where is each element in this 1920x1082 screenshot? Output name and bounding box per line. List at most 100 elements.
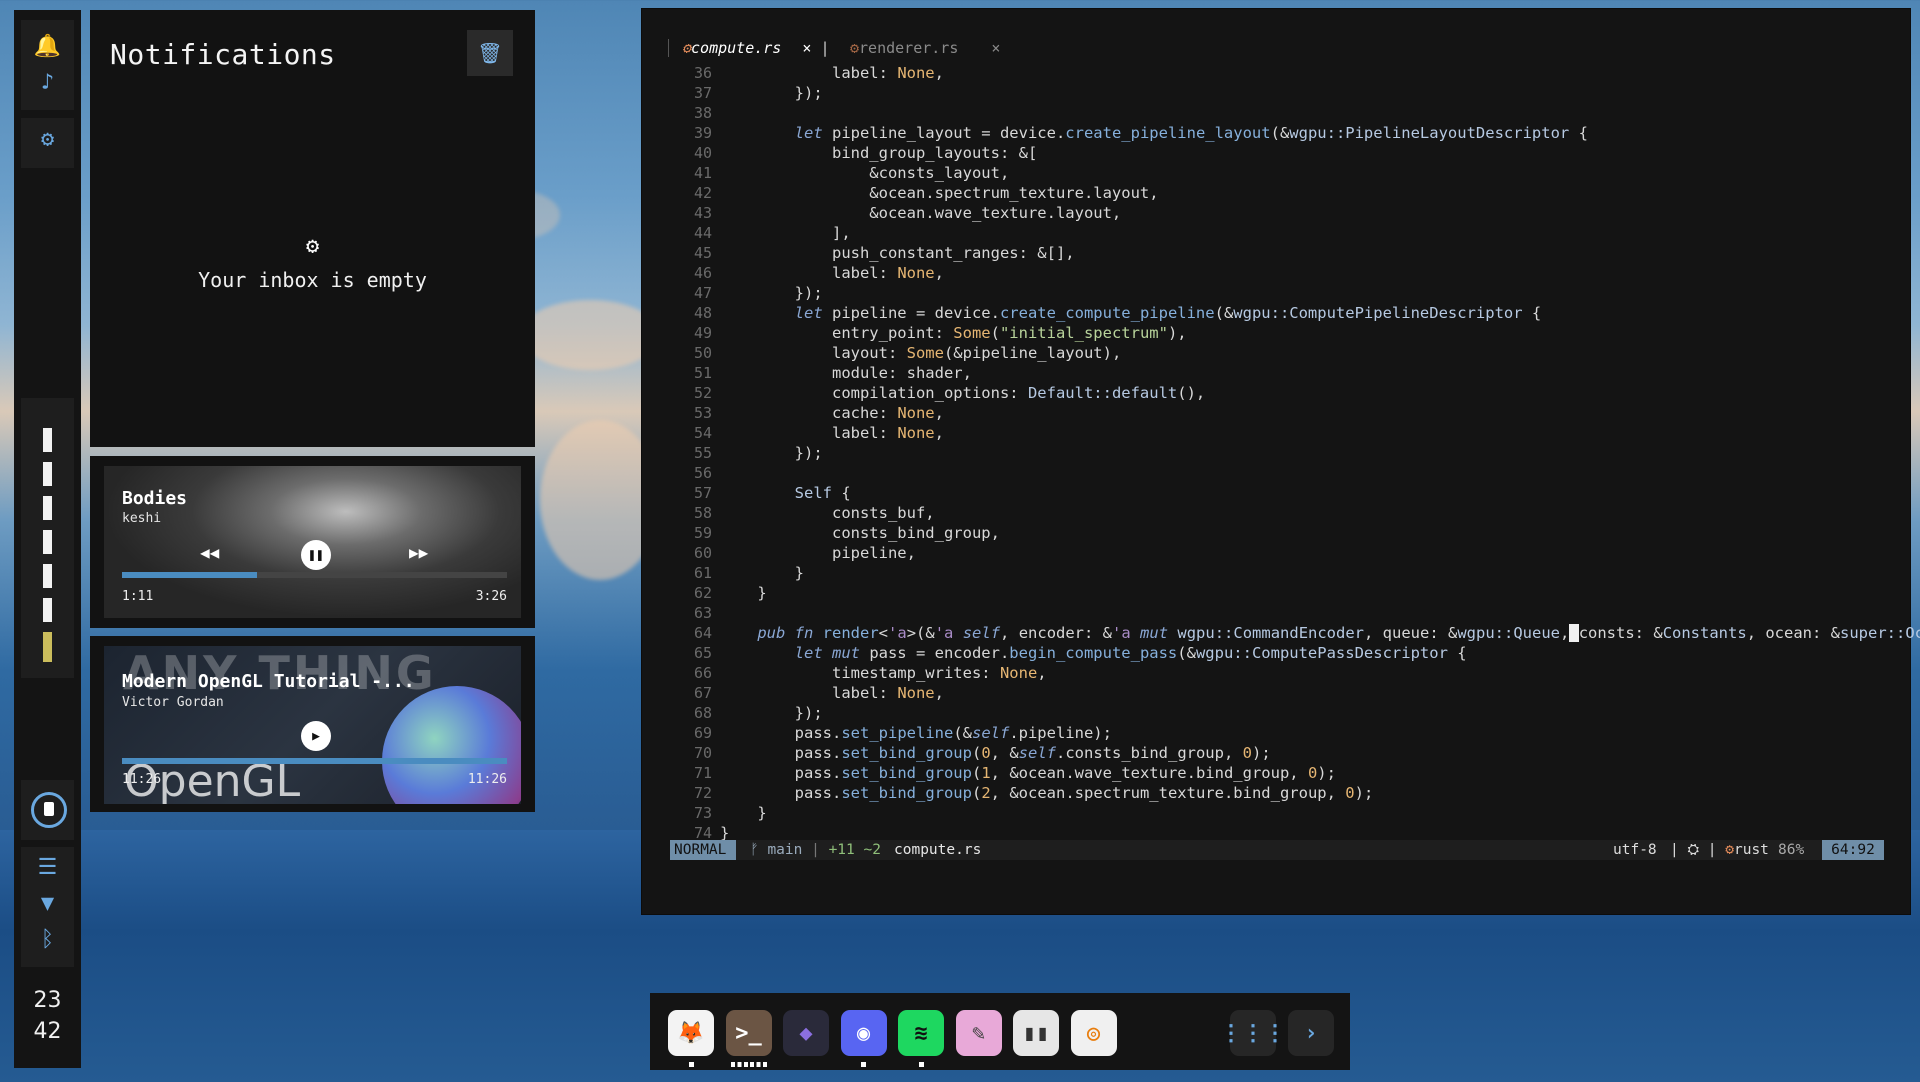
track-duration: 3:26 — [475, 589, 507, 604]
code-line[interactable]: label: None, — [720, 423, 1900, 443]
code-line[interactable]: timestamp_writes: None, — [720, 663, 1900, 683]
tab-compute-rs[interactable]: ⚙compute.rs × | — [682, 39, 829, 57]
line-number: 54 — [693, 424, 712, 442]
next-icon[interactable]: ▶▶ — [409, 543, 428, 562]
firefox-icon[interactable]: 🦊 — [668, 1010, 714, 1056]
obsidian-icon[interactable]: ◆ — [783, 1010, 829, 1056]
bluetooth-icon[interactable]: ᛒ — [21, 927, 74, 952]
line-number: 51 — [693, 364, 712, 382]
line-number: 68 — [693, 704, 712, 722]
clock-minute: 42 — [33, 1019, 62, 1044]
code-line[interactable]: } — [720, 803, 1900, 823]
left-panel-bar: 🔔 ♪ ⚙ ☰ ▼ ᛒ 23 42 — [14, 10, 81, 1068]
workspace-2[interactable] — [43, 462, 52, 486]
line-number: 66 — [693, 664, 712, 682]
code-line[interactable]: label: None, — [720, 683, 1900, 703]
code-line[interactable]: } — [720, 563, 1900, 583]
code-line[interactable]: layout: Some(&pipeline_layout), — [720, 343, 1900, 363]
code-line[interactable]: push_constant_ranges: &[], — [720, 243, 1900, 263]
media-player-card: ANY THING OpenGL Modern OpenGL Tutorial … — [90, 636, 535, 812]
code-line[interactable]: pass.set_bind_group(2, &ocean.spectrum_t… — [720, 783, 1900, 803]
tab-renderer-rs[interactable]: ⚙renderer.rs × — [850, 39, 1000, 57]
code-line[interactable]: consts_buf, — [720, 503, 1900, 523]
code-line[interactable]: label: None, — [720, 63, 1900, 83]
notes-icon[interactable]: ▮▮ — [1013, 1010, 1059, 1056]
workspace-6[interactable] — [43, 598, 52, 622]
running-indicator — [861, 1062, 866, 1067]
track-progress-fill — [122, 572, 257, 578]
mode-indicator: NORMAL — [670, 840, 736, 860]
code-line[interactable]: compilation_options: Default::default(), — [720, 383, 1900, 403]
code-line[interactable]: cache: None, — [720, 403, 1900, 423]
pause-button[interactable]: ❚❚ — [301, 540, 331, 570]
line-number: 50 — [693, 344, 712, 362]
code-line[interactable]: let pipeline = device.create_compute_pip… — [720, 303, 1900, 323]
running-indicator — [730, 1062, 767, 1067]
trash-icon: 🗑 — [477, 41, 503, 65]
spotify-icon[interactable]: ≋ — [898, 1010, 944, 1056]
code-line[interactable]: bind_group_layouts: &[ — [720, 143, 1900, 163]
gear-icon[interactable]: ⚙ — [21, 127, 74, 152]
code-line[interactable]: let mut pass = encoder.begin_compute_pas… — [720, 643, 1900, 663]
paint-icon[interactable]: ✎ — [955, 1010, 1002, 1056]
git-diff: +11 ~2 — [828, 842, 881, 858]
wifi-icon[interactable]: ▼ — [21, 891, 74, 916]
git-branch: ᚠ main | +11 ~2 — [750, 842, 881, 858]
code-line[interactable]: consts_bind_group, — [720, 523, 1900, 543]
code-line[interactable]: let pipeline_layout = device.create_pipe… — [720, 123, 1900, 143]
status-language: | ⛭ | ⚙rust — [1670, 842, 1769, 858]
code-area[interactable]: label: None, }); let pipeline_layout = d… — [720, 63, 1920, 843]
code-line[interactable] — [720, 603, 1900, 623]
workspace-7-active[interactable] — [43, 632, 52, 662]
track-progress[interactable] — [122, 758, 507, 764]
code-line[interactable]: pipeline, — [720, 543, 1900, 563]
code-line[interactable]: pub fn render<'a>(&'a self, encoder: &'a… — [720, 623, 1920, 643]
code-line[interactable]: pass.set_pipeline(&self.pipeline); — [720, 723, 1900, 743]
rust-icon: ⚙ — [682, 39, 692, 57]
line-number: 44 — [693, 224, 712, 242]
code-line[interactable]: label: None, — [720, 263, 1900, 283]
code-line[interactable]: &consts_layout, — [720, 163, 1900, 183]
status-line: NORMAL ᚠ main | +11 ~2 compute.rs utf-8 … — [670, 840, 1884, 860]
code-line[interactable]: } — [720, 583, 1900, 603]
track-progress[interactable] — [122, 572, 507, 578]
code-line[interactable]: }); — [720, 83, 1900, 103]
blender-icon[interactable]: ◎ — [1070, 1010, 1117, 1056]
grid-icon[interactable]: ⋮⋮⋮ — [1220, 1010, 1286, 1056]
cursor-position: 64:92 — [1822, 840, 1884, 860]
workspace-5[interactable] — [43, 564, 52, 588]
code-line[interactable] — [720, 463, 1900, 483]
code-line[interactable]: }); — [720, 443, 1900, 463]
music-note-icon[interactable]: ♪ — [21, 70, 74, 95]
chevron-right-icon[interactable]: › — [1288, 1010, 1334, 1056]
previous-icon[interactable]: ◀◀ — [200, 543, 219, 562]
code-line[interactable]: &ocean.wave_texture.layout, — [720, 203, 1900, 223]
running-indicator — [688, 1062, 694, 1067]
code-line[interactable]: }); — [720, 283, 1900, 303]
workspace-3[interactable] — [43, 496, 52, 520]
code-line[interactable] — [720, 103, 1900, 123]
code-line[interactable]: module: shader, — [720, 363, 1900, 383]
code-line[interactable]: }); — [720, 703, 1900, 723]
code-line[interactable]: ], — [720, 223, 1900, 243]
code-line[interactable]: pass.set_bind_group(1, &ocean.wave_textu… — [720, 763, 1900, 783]
line-number: 55 — [693, 444, 712, 462]
code-line[interactable]: Self { — [720, 483, 1900, 503]
terminal-icon[interactable]: >_ — [725, 1010, 772, 1056]
code-line[interactable]: pass.set_bind_group(0, &self.consts_bind… — [720, 743, 1900, 763]
sliders-icon[interactable]: ☰ — [21, 855, 74, 880]
play-button[interactable]: ▶ — [301, 721, 331, 751]
bell-icon[interactable]: 🔔 — [21, 34, 74, 59]
discord-icon[interactable]: ◉ — [840, 1010, 887, 1056]
close-icon[interactable]: × — [802, 39, 811, 57]
empty-inbox-text: Your inbox is empty — [198, 268, 427, 292]
pause-icon: ❚❚ — [308, 547, 324, 563]
workspace-4[interactable] — [43, 530, 52, 554]
code-line[interactable]: &ocean.spectrum_texture.layout, — [720, 183, 1900, 203]
close-icon[interactable]: × — [991, 39, 1000, 57]
album-art: Bodies keshi ◀◀ ❚❚ ▶▶ 1:11 3:26 — [104, 466, 521, 618]
workspace-1[interactable] — [43, 428, 52, 452]
clear-notifications-button[interactable]: 🗑 — [467, 30, 513, 76]
code-line[interactable]: entry_point: Some("initial_spectrum"), — [720, 323, 1900, 343]
power-icon[interactable] — [31, 792, 67, 828]
